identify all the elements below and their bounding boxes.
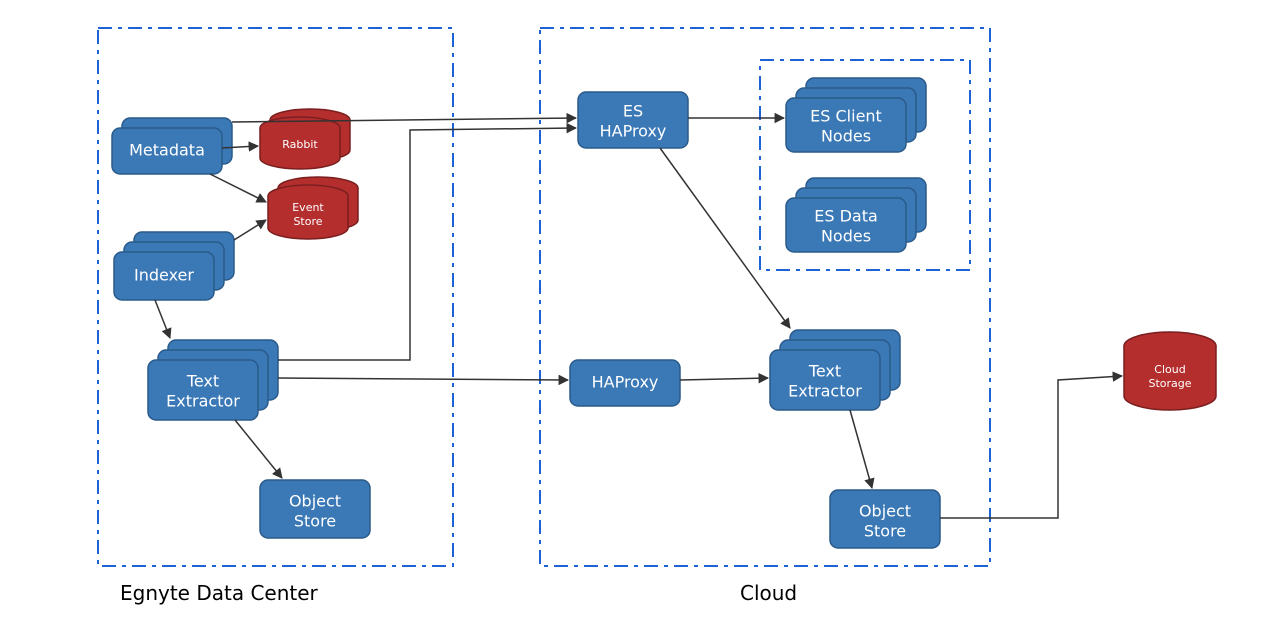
node-event-store: Event Store bbox=[268, 177, 358, 239]
region-datacenter-label: Egnyte Data Center bbox=[120, 581, 319, 605]
node-es-data-nodes-label2: Nodes bbox=[821, 227, 871, 246]
arrow-es-haproxy-to-text-extractor-cloud bbox=[660, 148, 790, 328]
node-text-extractor-dc-label2: Extractor bbox=[166, 392, 240, 411]
node-object-store-dc-label2: Store bbox=[294, 512, 336, 531]
node-text-extractor-dc: Text Extractor bbox=[148, 340, 278, 420]
node-es-client-nodes-label1: ES Client bbox=[810, 107, 882, 126]
node-es-haproxy-label1: ES bbox=[623, 102, 643, 121]
node-cloud-storage: Cloud Storage bbox=[1124, 332, 1216, 410]
node-rabbit: Rabbit bbox=[260, 109, 350, 169]
arrow-text-extractor-dc-to-object-store-dc bbox=[235, 420, 282, 478]
region-cloud-label: Cloud bbox=[740, 581, 797, 605]
arrow-indexer-to-text-extractor-dc bbox=[155, 300, 170, 338]
node-es-client-nodes-label2: Nodes bbox=[821, 127, 871, 146]
node-indexer: Indexer bbox=[114, 232, 234, 300]
arrow-haproxy-to-text-extractor-cloud bbox=[680, 378, 768, 380]
node-indexer-label: Indexer bbox=[134, 266, 194, 285]
node-haproxy-label: HAProxy bbox=[592, 373, 659, 392]
node-cloud-storage-label2: Storage bbox=[1148, 377, 1191, 390]
arrow-text-extractor-dc-to-haproxy bbox=[278, 378, 568, 380]
node-event-store-label1: Event bbox=[292, 201, 324, 214]
node-haproxy: HAProxy bbox=[570, 360, 680, 406]
arrow-indexer-to-event-store bbox=[234, 220, 266, 240]
node-metadata-label: Metadata bbox=[129, 141, 205, 160]
node-text-extractor-cloud: Text Extractor bbox=[770, 330, 900, 410]
node-es-haproxy: ES HAProxy bbox=[578, 92, 688, 148]
arrow-metadata-to-event-store bbox=[210, 174, 266, 202]
node-event-store-label2: Store bbox=[293, 215, 322, 228]
node-text-extractor-dc-label1: Text bbox=[186, 372, 219, 391]
node-rabbit-label: Rabbit bbox=[282, 138, 318, 151]
arrow-object-store-cloud-to-cloud-storage bbox=[940, 376, 1122, 518]
node-text-extractor-cloud-label2: Extractor bbox=[788, 382, 862, 401]
node-es-data-nodes-label1: ES Data bbox=[814, 207, 878, 226]
node-es-client-nodes: ES Client Nodes bbox=[786, 78, 926, 152]
node-object-store-cloud-label2: Store bbox=[864, 522, 906, 541]
node-object-store-cloud: Object Store bbox=[830, 490, 940, 548]
node-object-store-dc: Object Store bbox=[260, 480, 370, 538]
node-es-haproxy-label2: HAProxy bbox=[600, 122, 667, 141]
node-text-extractor-cloud-label1: Text bbox=[808, 362, 841, 381]
node-object-store-dc-label1: Object bbox=[289, 492, 341, 511]
node-object-store-cloud-label1: Object bbox=[859, 502, 911, 521]
node-cloud-storage-label1: Cloud bbox=[1154, 363, 1185, 376]
node-es-data-nodes: ES Data Nodes bbox=[786, 178, 926, 252]
node-metadata: Metadata bbox=[112, 118, 232, 174]
arrow-text-extractor-cloud-to-object-store-cloud bbox=[850, 410, 872, 488]
